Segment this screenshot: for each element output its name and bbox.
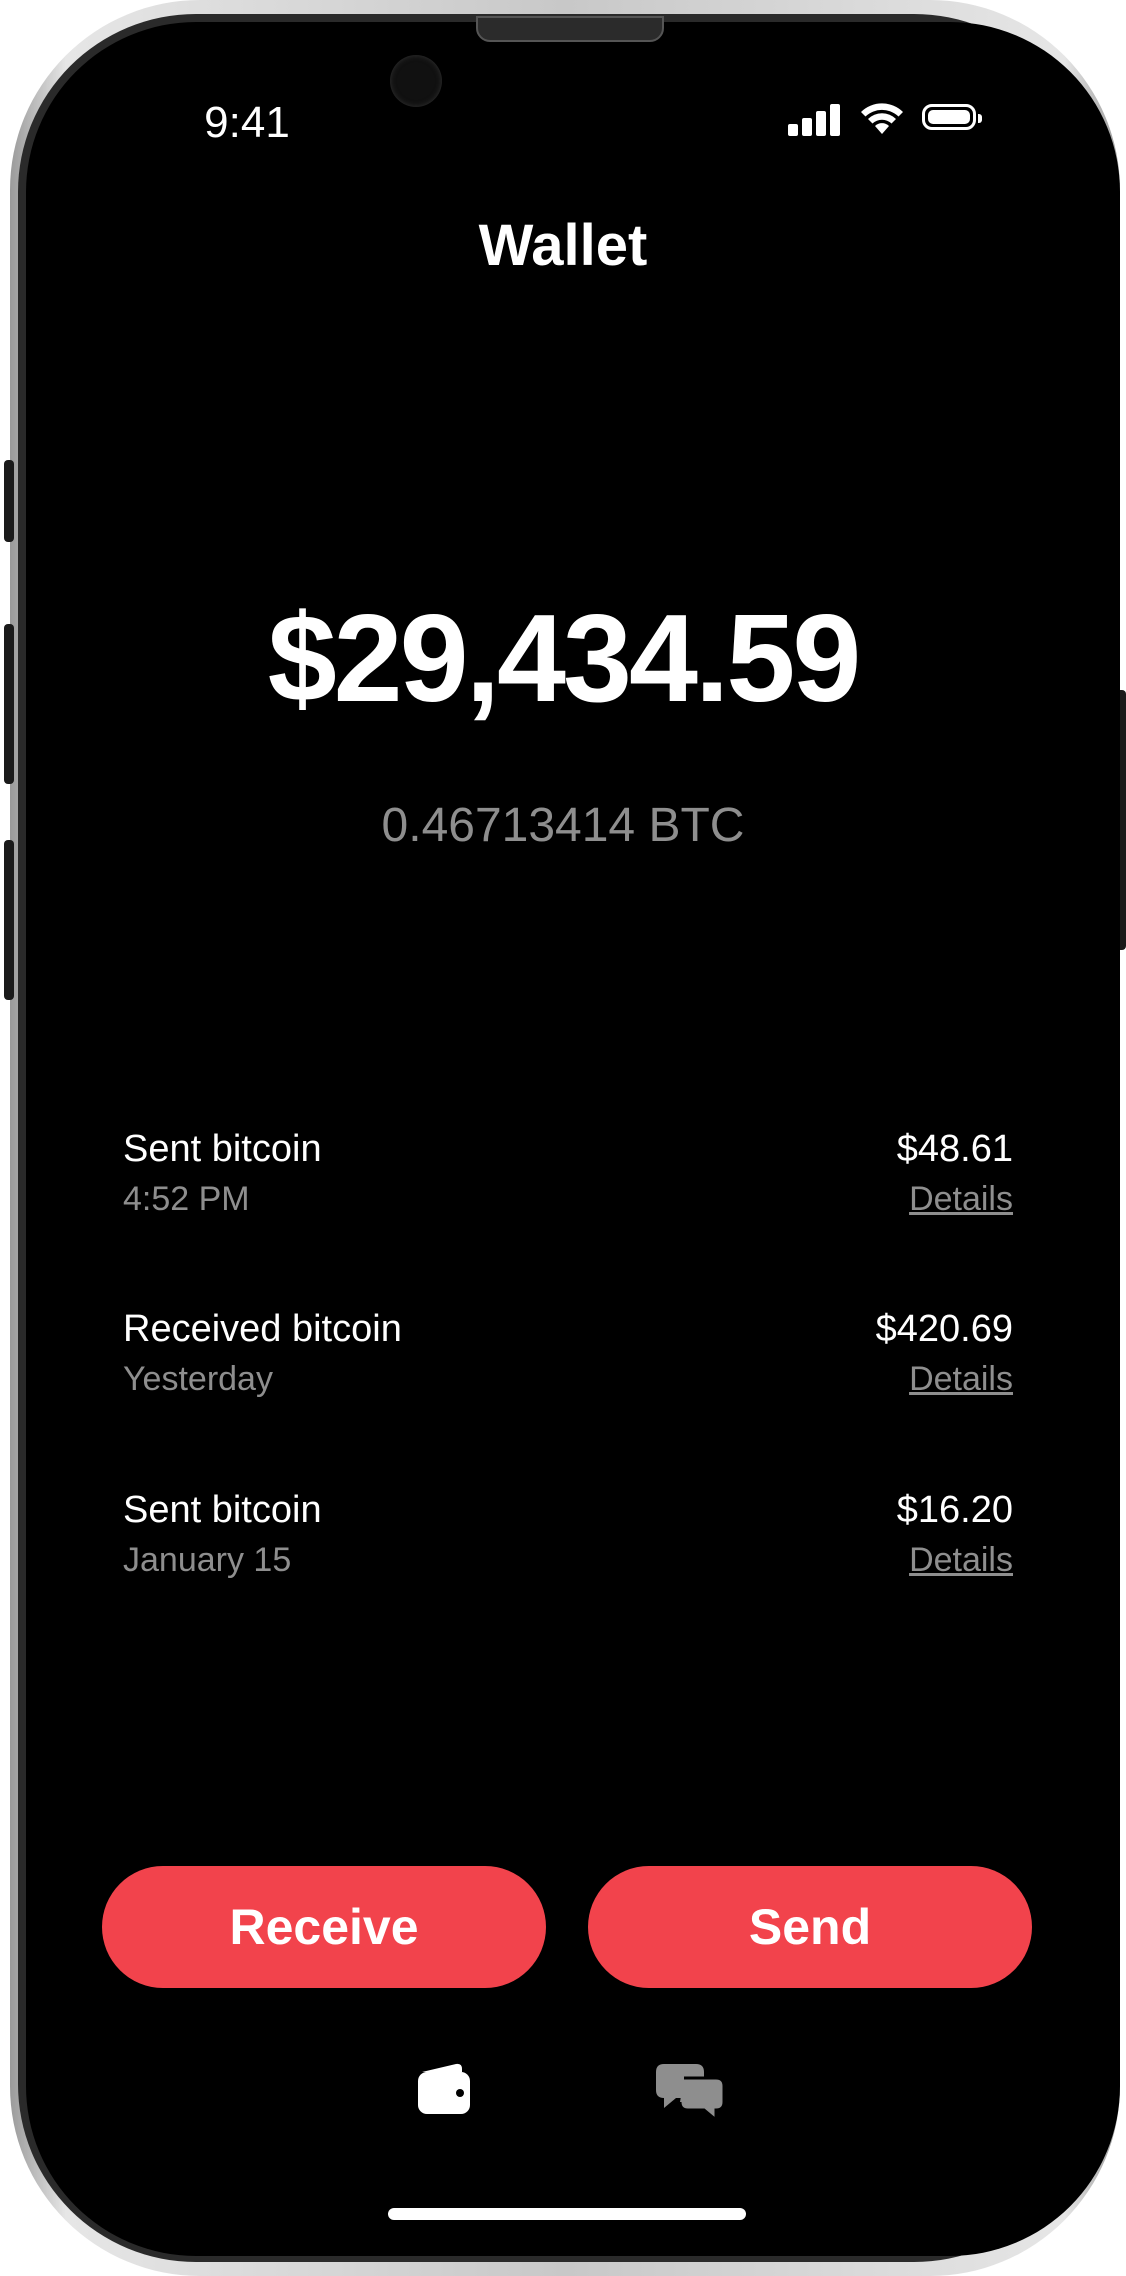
transaction-amount: $48.61 <box>896 1128 1013 1170</box>
battery-icon <box>922 104 982 130</box>
speaker <box>476 16 664 42</box>
transaction-date: Yesterday <box>123 1360 273 1398</box>
list-item: Sent bitcoin January 15 $16.20 Details <box>123 1489 1013 1599</box>
transaction-date: January 15 <box>123 1541 292 1579</box>
mute-switch <box>4 460 14 542</box>
transaction-amount: $420.69 <box>875 1308 1013 1350</box>
balance-usd: $29,434.59 <box>267 590 862 728</box>
send-button[interactable]: Send <box>588 1866 1032 1988</box>
wallet-icon[interactable] <box>416 2062 472 2116</box>
status-time: 9:41 <box>204 98 290 147</box>
page-title: Wallet <box>478 213 648 278</box>
transaction-amount: $16.20 <box>896 1489 1013 1531</box>
list-item: Sent bitcoin 4:52 PM $48.61 Details <box>123 1128 1013 1238</box>
receive-button[interactable]: Receive <box>102 1866 546 1988</box>
transaction-date: 4:52 PM <box>123 1180 250 1218</box>
wifi-icon <box>861 103 903 134</box>
volume-down-button <box>4 840 14 1000</box>
details-link[interactable]: Details <box>909 1360 1013 1399</box>
details-link[interactable]: Details <box>909 1541 1013 1580</box>
front-camera <box>390 55 442 107</box>
home-indicator[interactable] <box>388 2208 746 2220</box>
transaction-label: Sent bitcoin <box>123 1489 322 1531</box>
transaction-label: Sent bitcoin <box>123 1128 322 1170</box>
balance-btc: 0.46713414 BTC <box>381 799 745 852</box>
details-link[interactable]: Details <box>909 1180 1013 1219</box>
cellular-signal-icon <box>788 102 842 136</box>
transaction-label: Received bitcoin <box>123 1308 402 1350</box>
list-item: Received bitcoin Yesterday $420.69 Detai… <box>123 1308 1013 1418</box>
chat-icon[interactable] <box>654 2062 726 2120</box>
